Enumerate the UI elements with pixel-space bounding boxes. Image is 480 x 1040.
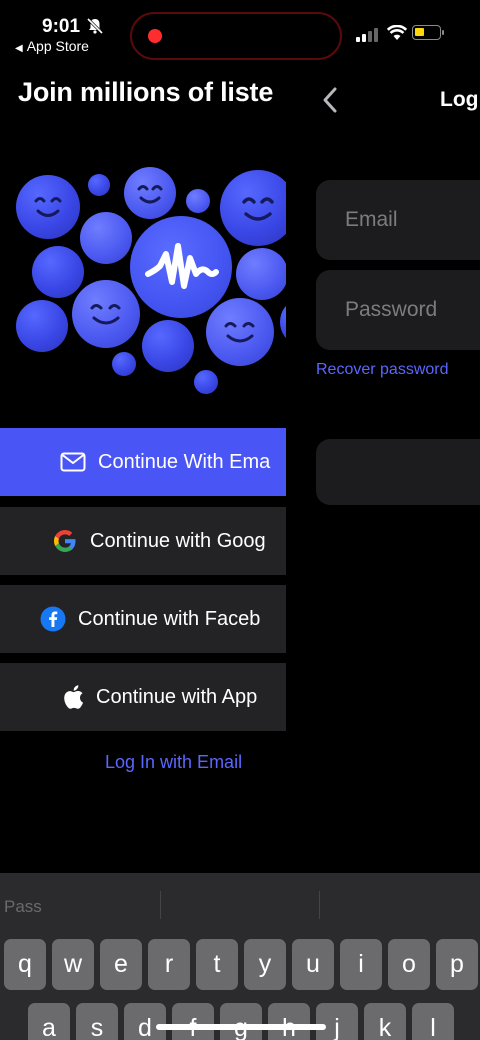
continue-facebook-button[interactable]: Continue with Faceb [0, 585, 286, 653]
key-t[interactable]: t [196, 939, 238, 990]
key-k[interactable]: k [364, 1003, 406, 1040]
keyboard-suggestion[interactable]: Pass [4, 897, 42, 917]
key-a[interactable]: a [28, 1003, 70, 1040]
keyboard: Pass q w e r t y u i o p a s d f g h j k… [0, 873, 480, 1040]
bell-slash-icon [86, 17, 104, 35]
key-y[interactable]: y [244, 939, 286, 990]
suggestion-divider [160, 891, 161, 919]
continue-apple-label: Continue with App [96, 685, 258, 708]
key-w[interactable]: w [52, 939, 94, 990]
suggestion-divider [319, 891, 320, 919]
key-f[interactable]: f [172, 1003, 214, 1040]
back-app-label: App Store [26, 38, 89, 54]
record-dot-icon [148, 29, 162, 43]
password-field[interactable]: Password [316, 270, 480, 350]
login-title: Log [440, 88, 479, 111]
battery-icon [412, 25, 441, 40]
status-time: 9:01 [42, 16, 81, 37]
apple-icon [62, 684, 84, 710]
bubble [80, 212, 132, 264]
battery-tip [442, 30, 444, 35]
keyboard-suggestion-bar: Pass [0, 873, 480, 935]
status-bar: 9:01 ◀ App Store [0, 0, 480, 70]
cellular-signal-icon [356, 28, 378, 42]
signup-heading: Join millions of liste [18, 77, 274, 107]
hero-illustration [0, 162, 286, 402]
key-u[interactable]: u [292, 939, 334, 990]
back-to-app-store[interactable]: ◀ App Store [15, 38, 89, 54]
bubble [236, 248, 286, 300]
bubble [142, 320, 194, 372]
smiley-bubble [16, 175, 80, 239]
key-s[interactable]: s [76, 1003, 118, 1040]
continue-google-button[interactable]: Continue with Goog [0, 507, 286, 575]
back-triangle-icon: ◀ [15, 43, 23, 54]
key-d[interactable]: d [124, 1003, 166, 1040]
key-o[interactable]: o [388, 939, 430, 990]
continue-facebook-label: Continue with Faceb [78, 607, 261, 630]
key-j[interactable]: j [316, 1003, 358, 1040]
envelope-icon [60, 452, 86, 472]
email-placeholder: Email [345, 208, 398, 231]
smiley-bubble [72, 280, 140, 348]
bubble [88, 174, 110, 196]
key-i[interactable]: i [340, 939, 382, 990]
key-g[interactable]: g [220, 1003, 262, 1040]
wifi-icon [387, 25, 407, 40]
login-with-email-link[interactable]: Log In with Email [0, 752, 286, 773]
key-p[interactable]: p [436, 939, 478, 990]
key-e[interactable]: e [100, 939, 142, 990]
key-l[interactable]: l [412, 1003, 454, 1040]
facebook-icon [40, 606, 66, 632]
bubble [194, 370, 218, 394]
bubble [16, 300, 68, 352]
smiley-bubble [206, 298, 274, 366]
google-icon [52, 528, 78, 554]
recover-password-link[interactable]: Recover password [316, 361, 449, 379]
battery-level [415, 28, 424, 36]
key-h[interactable]: h [268, 1003, 310, 1040]
bubble [112, 352, 136, 376]
chevron-left-icon[interactable] [322, 86, 338, 114]
email-field[interactable]: Email [316, 180, 480, 260]
continue-google-label: Continue with Goog [90, 529, 266, 552]
dynamic-island[interactable] [130, 12, 342, 60]
bubble [186, 189, 210, 213]
key-q[interactable]: q [4, 939, 46, 990]
signup-panel: Join millions of liste Continue With Ema… [0, 70, 286, 870]
smiley-bubble [124, 167, 176, 219]
login-panel: Log Email Password Recover password [286, 70, 480, 870]
login-button[interactable] [316, 439, 480, 505]
home-indicator[interactable] [156, 1024, 326, 1030]
continue-email-label: Continue With Ema [98, 450, 271, 473]
password-placeholder: Password [345, 298, 438, 321]
key-r[interactable]: r [148, 939, 190, 990]
continue-apple-button[interactable]: Continue with App [0, 663, 286, 731]
continue-email-button[interactable]: Continue With Ema [0, 428, 286, 496]
